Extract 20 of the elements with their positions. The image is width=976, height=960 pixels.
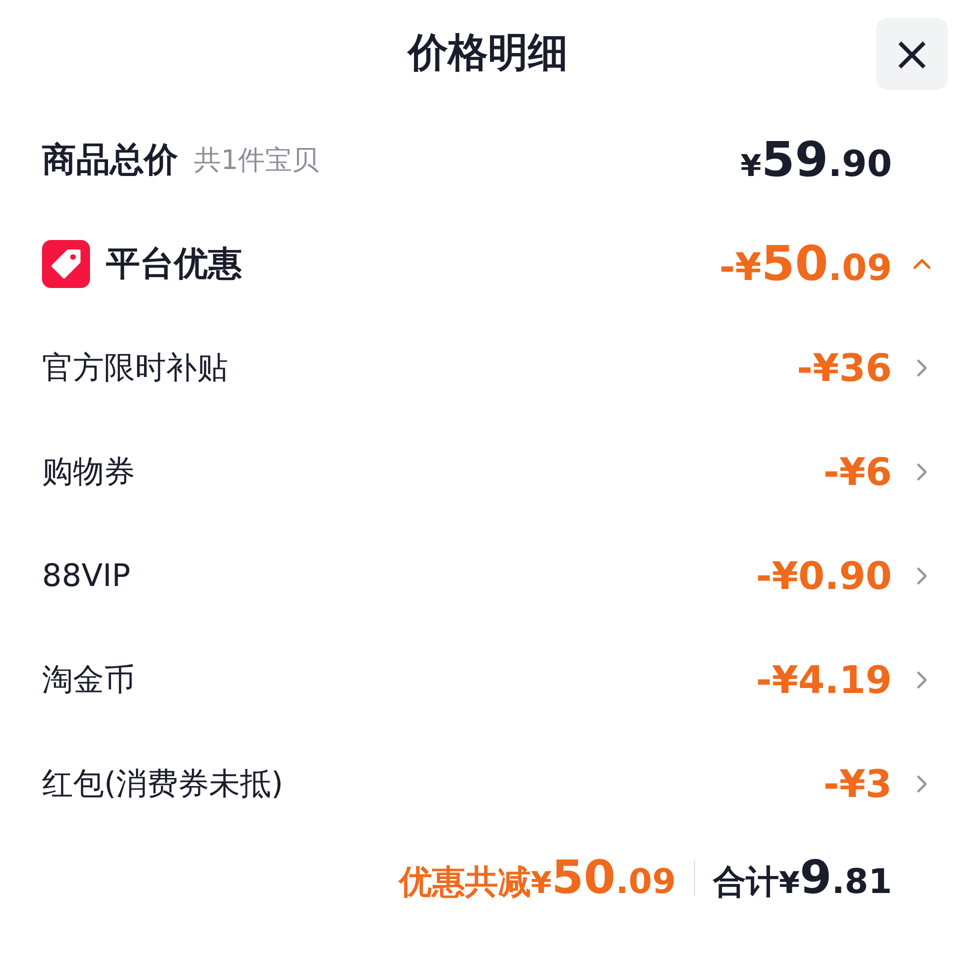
- discount-amount: -¥3: [823, 762, 892, 806]
- goods-total-price: ¥59.90: [740, 132, 892, 188]
- discount-amount: -¥0.90: [756, 554, 892, 598]
- close-button[interactable]: ×: [876, 18, 948, 90]
- discount-amount: -¥4.19: [756, 658, 892, 702]
- discount-label: 淘金币: [42, 661, 135, 700]
- total-discount: 优惠共减¥50.09: [398, 850, 676, 905]
- platform-discount-amount: -¥50.09: [719, 236, 892, 292]
- discount-label: 红包(消费券未抵): [42, 765, 284, 804]
- discount-label: 88VIP: [42, 558, 130, 594]
- tag-icon: [42, 240, 90, 288]
- order-total: 合计¥9.81: [712, 850, 892, 905]
- discount-amount: -¥6: [823, 450, 892, 494]
- discount-label: 购物券: [42, 453, 135, 492]
- platform-discount-label: 平台优惠: [106, 243, 242, 286]
- goods-total-label: 商品总价: [42, 139, 178, 182]
- dialog-title: 价格明细: [408, 28, 568, 78]
- discount-label: 官方限时补贴: [42, 349, 228, 388]
- item-count: 共1件宝贝: [194, 144, 320, 178]
- discount-amount: -¥36: [796, 346, 892, 390]
